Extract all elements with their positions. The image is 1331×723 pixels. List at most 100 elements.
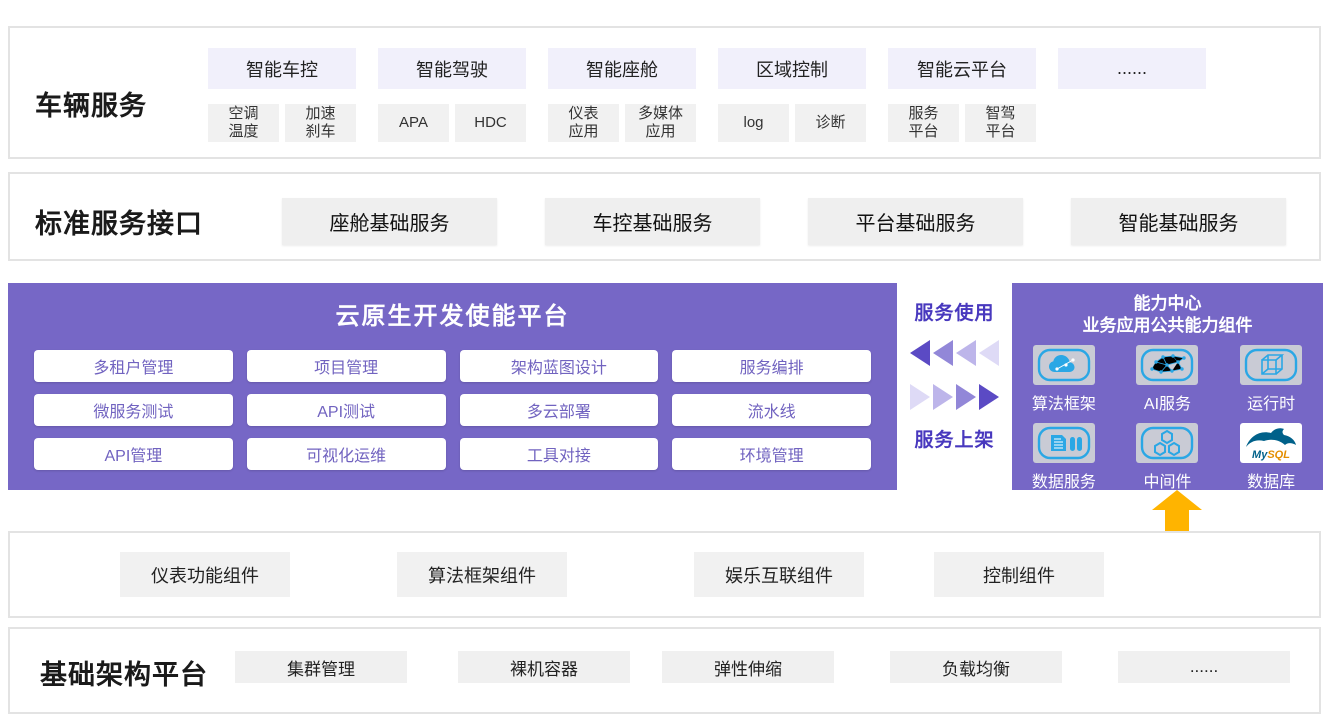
- section-function-components: 仪表功能组件 算法框架组件 娱乐互联组件 控制组件: [8, 531, 1321, 618]
- module-box: API管理: [34, 438, 233, 470]
- service-use-label: 服务使用: [914, 298, 994, 325]
- hexagons-icon: [1136, 423, 1198, 463]
- tile-label: 中间件: [1143, 468, 1191, 492]
- capability-tile: 数据服务: [1012, 423, 1116, 492]
- component-box: 控制组件: [934, 552, 1104, 597]
- sub-box: 多媒体应用: [625, 104, 696, 142]
- sub-box: 空调温度: [208, 104, 279, 142]
- vehicle-group: 智能车控 空调温度 加速刹车: [208, 48, 356, 142]
- vehicle-group: ......: [1058, 48, 1206, 142]
- sub-box: 仪表应用: [548, 104, 619, 142]
- infrastructure-box: 弹性伸缩: [662, 651, 834, 683]
- module-box: 流水线: [672, 394, 871, 426]
- right-arrow-icon: [956, 384, 976, 410]
- vehicle-group: 区域控制 log 诊断: [718, 48, 866, 142]
- data-bars-icon: [1033, 423, 1095, 463]
- interface-box: 车控基础服务: [545, 198, 760, 245]
- tile-label: 算法框架: [1032, 390, 1096, 414]
- neural-network-icon: [1136, 345, 1198, 385]
- right-arrow-icon: [933, 384, 953, 410]
- cloud-platform-modules: 多租户管理 项目管理 架构蓝图设计 服务编排 微服务测试 API测试 多云部署 …: [8, 331, 897, 470]
- interface-box: 平台基础服务: [808, 198, 1023, 245]
- module-box: API测试: [247, 394, 446, 426]
- module-box: 服务编排: [672, 350, 871, 382]
- module-box: 项目管理: [247, 350, 446, 382]
- svg-text:MySQL: MySQL: [1252, 449, 1290, 461]
- left-arrow-icon: [933, 340, 953, 366]
- tile-label: 数据库: [1247, 468, 1295, 492]
- vehicle-group: 智能云平台 服务平台 智驾平台: [888, 48, 1036, 142]
- sub-box: 服务平台: [888, 104, 959, 142]
- tile-label: 数据服务: [1032, 468, 1096, 492]
- component-box: 仪表功能组件: [120, 552, 290, 597]
- cloud-icon: [1033, 345, 1095, 385]
- interface-box: 座舱基础服务: [282, 198, 497, 245]
- left-arrow-icon: [956, 340, 976, 366]
- tile-label: AI服务: [1144, 390, 1191, 414]
- interface-box: 智能基础服务: [1071, 198, 1286, 245]
- mysql-logo: MySQL: [1240, 423, 1302, 463]
- module-box: 多租户管理: [34, 350, 233, 382]
- cloud-platform-title: 云原生开发使能平台: [8, 283, 897, 331]
- component-box: 娱乐互联组件: [694, 552, 864, 597]
- infrastructure-boxes: 集群管理 裸机容器 弹性伸缩 负载均衡 ......: [235, 651, 1290, 683]
- module-box: 工具对接: [460, 438, 659, 470]
- service-use-arrows: [910, 339, 999, 367]
- right-arrow-icon: [979, 384, 999, 410]
- sub-box: APA: [378, 104, 449, 142]
- infrastructure-box: 裸机容器: [458, 651, 630, 683]
- capability-tiles: 算法框架: [1012, 345, 1323, 492]
- panel-cloud-platform: 云原生开发使能平台 多租户管理 项目管理 架构蓝图设计 服务编排 微服务测试 A…: [8, 283, 897, 490]
- infrastructure-box: 集群管理: [235, 651, 407, 683]
- tile-label: 运行时: [1247, 390, 1295, 414]
- vehicle-service-groups: 智能车控 空调温度 加速刹车 智能驾驶 APA HDC 智能座舱 仪表应用 多媒…: [208, 48, 1206, 142]
- capability-tile: MySQL 数据库: [1219, 423, 1323, 492]
- module-box: 多云部署: [460, 394, 659, 426]
- service-publish-label: 服务上架: [914, 425, 994, 452]
- mysql-logo-text: SQL: [1267, 449, 1290, 461]
- architecture-diagram: 车辆服务 智能车控 空调温度 加速刹车 智能驾驶 APA HDC 智能座舱 仪表…: [0, 0, 1331, 723]
- sub-box: 加速刹车: [285, 104, 356, 142]
- infrastructure-box: ......: [1118, 651, 1290, 683]
- category-box: 智能云平台: [888, 48, 1036, 89]
- left-arrow-icon: [910, 340, 930, 366]
- category-box: 智能驾驶: [378, 48, 526, 89]
- infrastructure-box: 负载均衡: [890, 651, 1062, 683]
- component-boxes: 仪表功能组件 算法框架组件 娱乐互联组件 控制组件: [10, 533, 1319, 597]
- section-vehicle-services: 车辆服务 智能车控 空调温度 加速刹车 智能驾驶 APA HDC 智能座舱 仪表…: [8, 26, 1321, 159]
- service-publish-arrows: [910, 383, 999, 411]
- vehicle-services-title: 车辆服务: [35, 84, 147, 123]
- category-box: 智能车控: [208, 48, 356, 89]
- section-standard-interfaces: 标准服务接口 座舱基础服务 车控基础服务 平台基础服务 智能基础服务: [8, 172, 1321, 261]
- vehicle-group: 智能驾驶 APA HDC: [378, 48, 526, 142]
- sub-box: 智驾平台: [965, 104, 1036, 142]
- cube-icon: [1240, 345, 1302, 385]
- capability-tile: 运行时: [1219, 345, 1323, 414]
- mysql-logo-text: My: [1252, 449, 1268, 461]
- capability-tile: AI服务: [1116, 345, 1220, 414]
- right-arrow-icon: [910, 384, 930, 410]
- left-arrow-icon: [979, 340, 999, 366]
- component-box: 算法框架组件: [397, 552, 567, 597]
- capability-tile: 中间件: [1116, 423, 1220, 492]
- category-box: 智能座舱: [548, 48, 696, 89]
- category-box: ......: [1058, 48, 1206, 89]
- module-box: 架构蓝图设计: [460, 350, 659, 382]
- sub-box: log: [718, 104, 789, 142]
- panel-capability-center: 能力中心 业务应用公共能力组件 算法框架: [1012, 283, 1323, 490]
- service-flow-area: 服务使用 服务上架: [897, 283, 1012, 490]
- module-box: 可视化运维: [247, 438, 446, 470]
- sub-box: HDC: [455, 104, 526, 142]
- infrastructure-title: 基础架构平台: [40, 653, 208, 692]
- up-arrow-icon: [1152, 490, 1202, 532]
- interface-boxes: 座舱基础服务 车控基础服务 平台基础服务 智能基础服务: [282, 198, 1286, 245]
- category-box: 区域控制: [718, 48, 866, 89]
- vehicle-group: 智能座舱 仪表应用 多媒体应用: [548, 48, 696, 142]
- section-infrastructure: 基础架构平台 集群管理 裸机容器 弹性伸缩 负载均衡 ......: [8, 627, 1321, 714]
- sub-box: 诊断: [795, 104, 866, 142]
- capability-tile: 算法框架: [1012, 345, 1116, 414]
- capability-center-title: 能力中心: [1012, 293, 1323, 315]
- module-box: 环境管理: [672, 438, 871, 470]
- capability-center-subtitle: 业务应用公共能力组件: [1012, 315, 1323, 337]
- standard-interfaces-title: 标准服务接口: [35, 202, 203, 241]
